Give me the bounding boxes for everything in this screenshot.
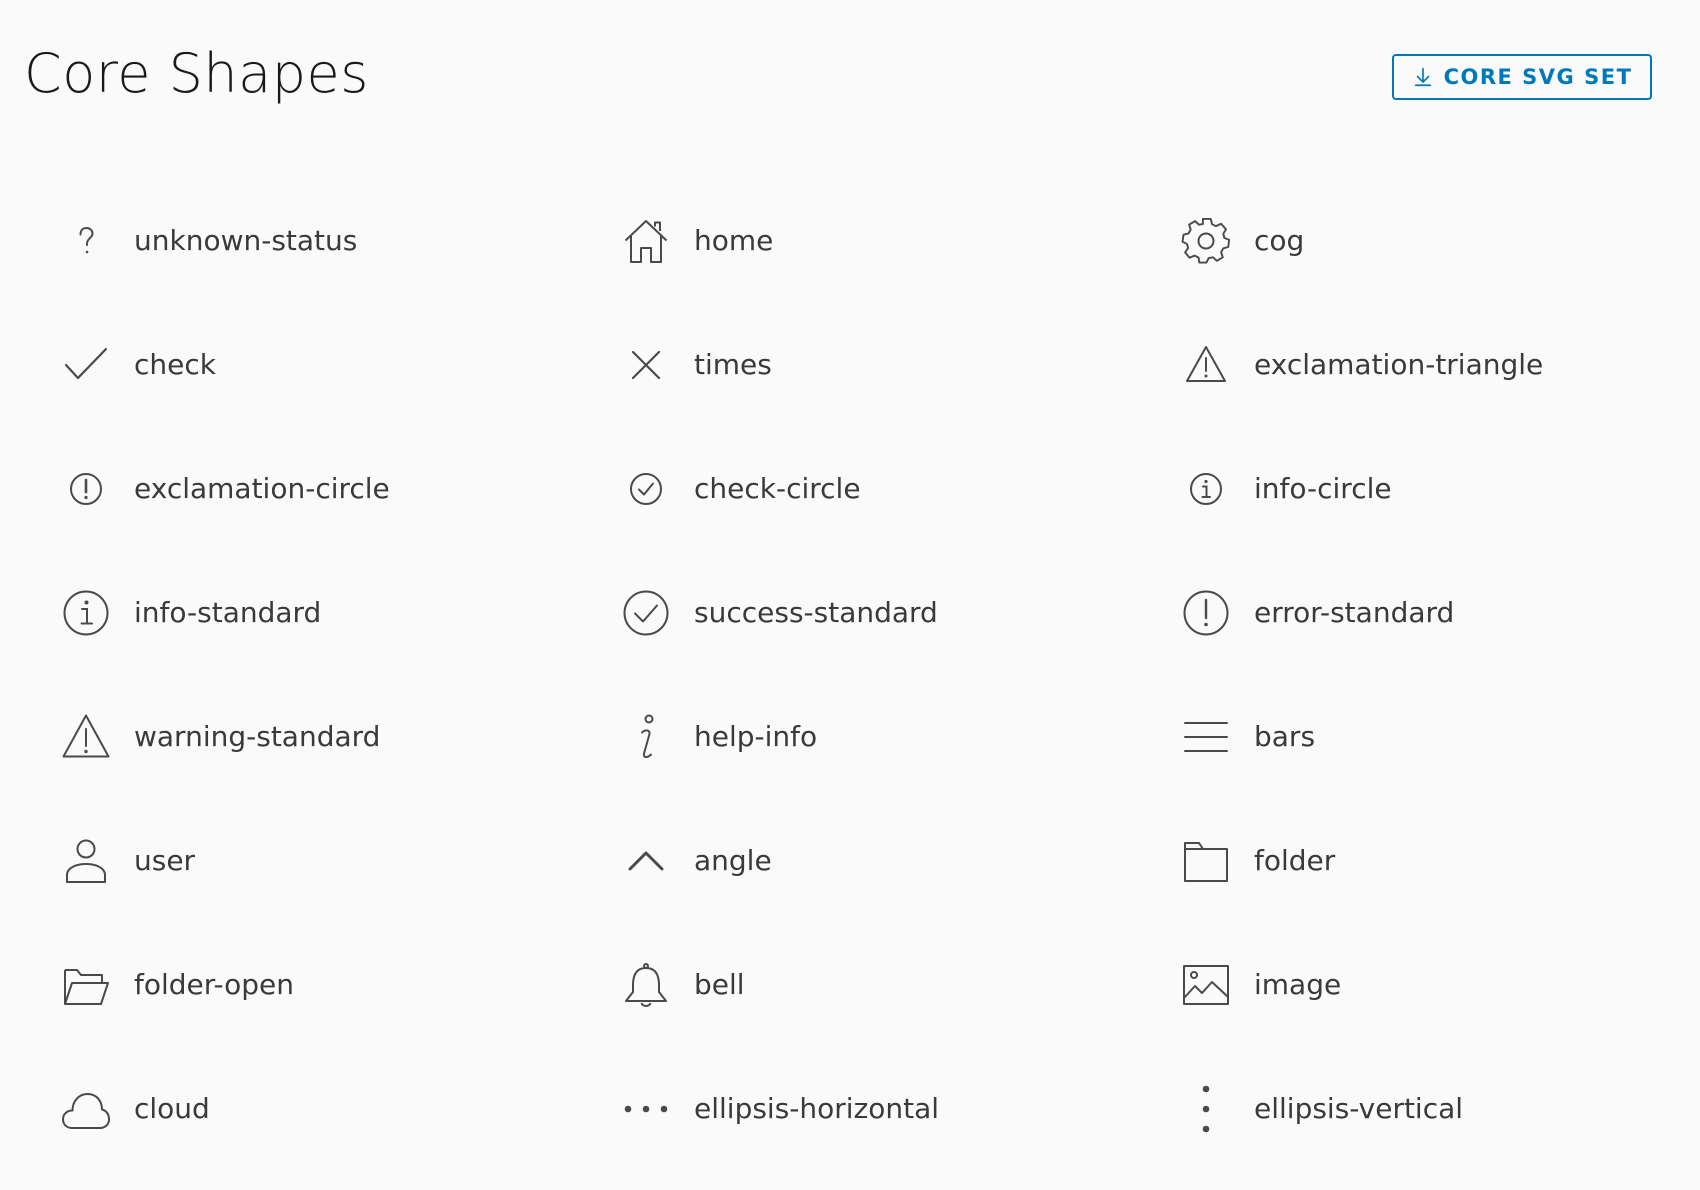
user-icon [62,837,110,885]
angle-icon [622,837,670,885]
cog-icon [1181,217,1231,265]
unknown-status-icon [62,217,110,265]
shape-item-exclamation-triangle[interactable]: exclamation-triangle [1120,304,1700,428]
shape-item-check-circle[interactable]: check-circle [560,428,1120,552]
info-standard-icon [62,589,110,637]
shape-label: warning-standard [134,720,381,753]
shape-item-angle[interactable]: angle [560,800,1120,924]
shape-item-folder-open[interactable]: folder-open [0,924,560,1048]
shape-label: info-circle [1254,472,1392,505]
success-standard-icon [622,589,670,637]
bell-icon [622,961,670,1009]
shape-label: home [694,224,774,257]
error-standard-icon [1182,589,1230,637]
shape-label: folder [1254,844,1336,877]
shape-item-home[interactable]: home [560,180,1120,304]
ellipsis-vertical-icon [1182,1085,1230,1133]
shape-item-cloud[interactable]: cloud [0,1048,560,1172]
shape-item-check[interactable]: check [0,304,560,428]
shape-item-cog[interactable]: cog [1120,180,1700,304]
image-icon [1182,961,1230,1009]
shape-item-bell[interactable]: bell [560,924,1120,1048]
shape-item-folder[interactable]: folder [1120,800,1700,924]
shape-item-image[interactable]: image [1120,924,1700,1048]
shape-label: success-standard [694,596,938,629]
shape-label: bars [1254,720,1316,753]
shape-label: bell [694,968,745,1001]
shape-item-times[interactable]: times [560,304,1120,428]
shape-label: exclamation-triangle [1254,348,1544,381]
shape-item-info-standard[interactable]: info-standard [0,552,560,676]
shape-label: ellipsis-vertical [1254,1092,1464,1125]
shape-item-help-info[interactable]: help-info [560,676,1120,800]
shape-label: check-circle [694,472,861,505]
info-circle-icon [1182,465,1230,513]
shape-label: user [134,844,196,877]
cloud-icon [62,1085,110,1133]
bars-icon [1182,713,1230,761]
shape-label: times [694,348,772,381]
shape-label: image [1254,968,1342,1001]
shape-label: check [134,348,216,381]
shape-item-error-standard[interactable]: error-standard [1120,552,1700,676]
shape-item-success-standard[interactable]: success-standard [560,552,1120,676]
shape-item-ellipsis-vertical[interactable]: ellipsis-vertical [1120,1048,1700,1172]
download-button-label: CORE SVG SET [1443,65,1633,89]
shape-label: ellipsis-horizontal [694,1092,940,1125]
download-icon [1412,66,1434,88]
shape-item-info-circle[interactable]: info-circle [1120,428,1700,552]
shape-item-exclamation-circle[interactable]: exclamation-circle [0,428,560,552]
shape-item-bars[interactable]: bars [1120,676,1700,800]
times-icon [622,341,670,389]
shape-label: error-standard [1254,596,1455,629]
exclamation-circle-icon [62,465,110,513]
help-info-icon [622,713,670,761]
ellipsis-horizontal-icon [622,1085,670,1133]
shape-item-warning-standard[interactable]: warning-standard [0,676,560,800]
warning-standard-icon [62,713,110,761]
shape-item-unknown-status[interactable]: unknown-status [0,180,560,304]
shape-label: angle [694,844,772,877]
shape-label: exclamation-circle [134,472,390,505]
page-title: Core Shapes [24,42,369,105]
shape-label: folder-open [134,968,294,1001]
check-circle-icon [622,465,670,513]
exclamation-triangle-icon [1182,341,1230,389]
shape-label: info-standard [134,596,322,629]
shape-item-ellipsis-horizontal[interactable]: ellipsis-horizontal [560,1048,1120,1172]
download-core-svg-set-button[interactable]: CORE SVG SET [1392,54,1652,100]
check-icon [62,341,110,389]
shape-label: cloud [134,1092,210,1125]
folder-icon [1182,837,1230,885]
shape-label: unknown-status [134,224,358,257]
shape-item-user[interactable]: user [0,800,560,924]
shape-label: cog [1254,224,1305,257]
folder-open-icon [62,961,110,1009]
shape-label: help-info [694,720,818,753]
home-icon [622,217,670,265]
shapes-grid: unknown-status home cog check times excl… [0,180,1700,1172]
